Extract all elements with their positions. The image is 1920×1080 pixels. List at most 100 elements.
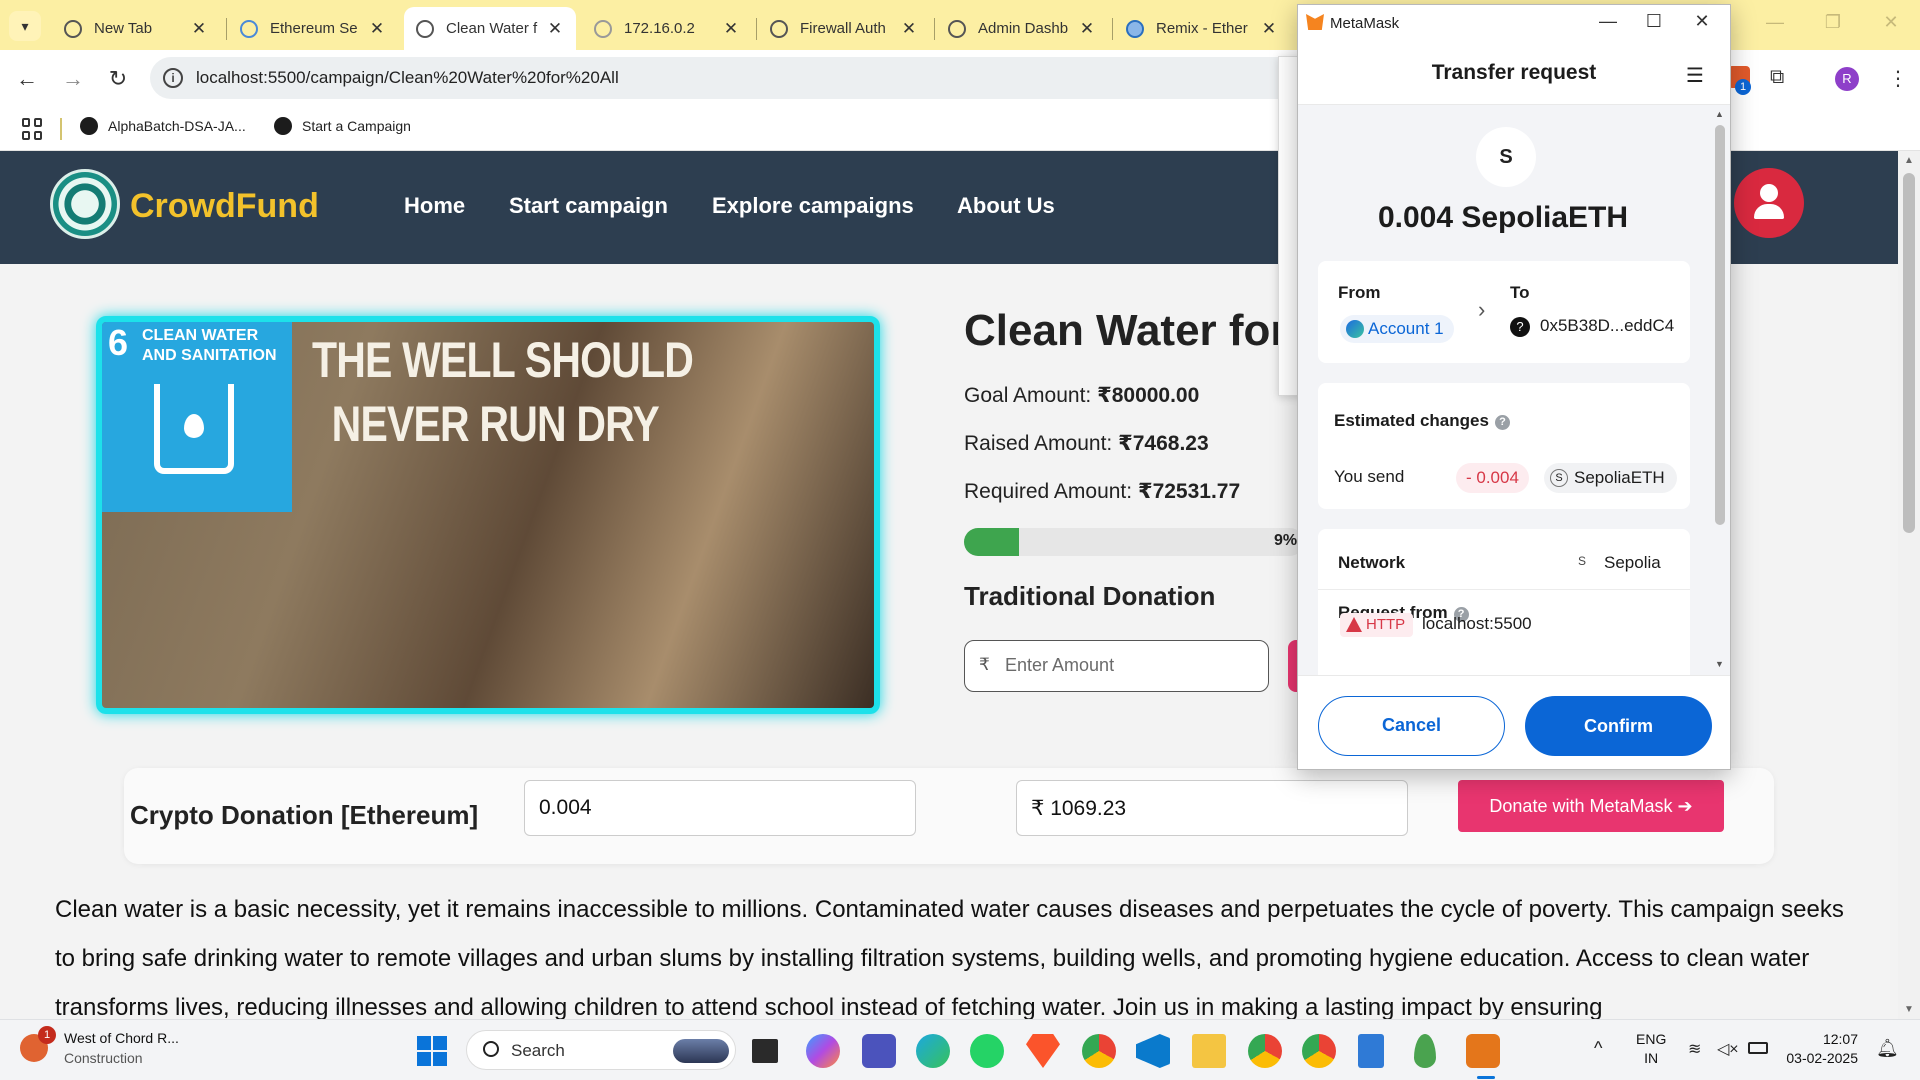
minimize-icon[interactable]: — <box>1588 11 1628 32</box>
image-caption-line1: THE WELL SHOULD <box>312 332 694 388</box>
page-scrollbar[interactable]: ▲ ▼ <box>1898 151 1920 1019</box>
scroll-up-icon[interactable]: ▲ <box>1715 109 1724 119</box>
eth-amount-input[interactable]: 0.004 <box>524 780 916 836</box>
confirm-button[interactable]: Confirm <box>1525 696 1712 756</box>
tab-firewall[interactable]: Firewall Auth ✕ <box>758 7 930 50</box>
tab-admin-dashboard[interactable]: Admin Dashb ✕ <box>936 7 1108 50</box>
forward-icon[interactable]: → <box>58 66 88 92</box>
close-icon[interactable]: ✕ <box>190 19 208 39</box>
nav-about-us[interactable]: About Us <box>957 193 1055 219</box>
scrollbar-thumb[interactable] <box>1715 125 1725 525</box>
nav-explore-campaigns[interactable]: Explore campaigns <box>712 193 914 219</box>
notepad-icon[interactable] <box>1358 1034 1384 1068</box>
nav-home[interactable]: Home <box>404 193 465 219</box>
windows-start-icon[interactable] <box>417 1036 447 1066</box>
language-indicator[interactable]: ENG IN <box>1636 1030 1666 1068</box>
sdg-label-line2: AND SANITATION <box>142 347 277 364</box>
crowdfund-logo-icon[interactable] <box>50 169 120 239</box>
close-icon[interactable]: ✕ <box>1682 11 1722 32</box>
metamask-scrollbar[interactable]: ▲ ▼ <box>1712 107 1728 671</box>
apps-grid-icon[interactable] <box>22 118 44 140</box>
volume-muted-icon[interactable]: ◁× <box>1717 1039 1739 1059</box>
info-icon[interactable]: ? <box>1494 415 1510 430</box>
close-icon[interactable]: ✕ <box>722 19 740 39</box>
chrome-profile-icon[interactable] <box>1302 1034 1336 1068</box>
close-icon[interactable]: ✕ <box>368 19 386 39</box>
close-icon[interactable]: ✕ <box>546 19 564 39</box>
sdg-number: 6 <box>108 322 129 363</box>
copilot-icon[interactable] <box>806 1034 840 1068</box>
goal-value: ₹80000.00 <box>1097 384 1200 407</box>
site-brand[interactable]: CrowdFund <box>130 187 319 226</box>
tab-title: Clean Water f <box>446 20 538 37</box>
tab-ip-address[interactable]: 172.16.0.2 ✕ <box>582 7 752 50</box>
notifications-bell-icon[interactable]: 🔔︎ <box>1876 1038 1899 1059</box>
settings-sliders-icon[interactable]: ☰ <box>1686 63 1704 88</box>
teams-icon[interactable] <box>862 1034 896 1068</box>
close-icon[interactable]: ✕ <box>1078 19 1096 39</box>
bookmark-alphabatch[interactable]: AlphaBatch-DSA-JA... <box>80 117 246 135</box>
chevron-up-icon[interactable]: ^ <box>1594 1038 1602 1059</box>
metamask-taskbar-icon[interactable] <box>1466 1034 1500 1068</box>
tab-ethereum[interactable]: Ethereum Se ✕ <box>228 7 398 50</box>
battery-icon[interactable] <box>1748 1042 1768 1054</box>
close-window-icon[interactable]: ✕ <box>1862 0 1920 46</box>
reload-icon[interactable]: ↻ <box>103 66 133 92</box>
site-info-icon[interactable]: i <box>163 68 183 88</box>
scroll-down-icon[interactable]: ▼ <box>1904 1004 1914 1015</box>
from-account-pill[interactable]: Account 1 <box>1340 315 1454 343</box>
tab-clean-water[interactable]: Clean Water f ✕ <box>404 7 576 50</box>
puzzle-icon[interactable]: ⧉ <box>1770 66 1784 89</box>
user-profile-button[interactable] <box>1734 168 1804 238</box>
wifi-icon[interactable]: ≋ <box>1688 1039 1701 1059</box>
progress-percent: 9% <box>1274 532 1298 549</box>
minimize-icon[interactable]: — <box>1746 0 1804 46</box>
bookmark-start-campaign[interactable]: Start a Campaign <box>274 117 411 135</box>
donation-amount-input[interactable]: ₹ Enter Amount <box>964 640 1269 692</box>
weather-line2: Construction <box>64 1050 143 1066</box>
from-label: From <box>1338 283 1381 302</box>
profile-avatar[interactable]: R <box>1835 67 1859 91</box>
nav-start-campaign[interactable]: Start campaign <box>509 193 668 219</box>
task-view-icon[interactable] <box>752 1039 778 1063</box>
back-icon[interactable]: ← <box>12 66 42 92</box>
scrollbar-thumb[interactable] <box>1903 173 1915 533</box>
cancel-button[interactable]: Cancel <box>1318 696 1505 756</box>
close-icon[interactable]: ✕ <box>900 19 918 39</box>
request-origin: localhost:5500 <box>1422 614 1532 633</box>
maximize-icon[interactable]: ☐ <box>1634 11 1674 32</box>
vscode-icon[interactable] <box>1136 1034 1170 1068</box>
scroll-up-icon[interactable]: ▲ <box>1904 155 1914 166</box>
search-icon <box>483 1041 499 1057</box>
chrome-icon[interactable] <box>1248 1034 1282 1068</box>
close-icon[interactable]: ✕ <box>1260 19 1278 39</box>
mongodb-icon[interactable] <box>1414 1034 1436 1068</box>
inr-amount-field[interactable]: ₹ 1069.23 <box>1016 780 1408 836</box>
send-token-pill[interactable]: S SepoliaETH <box>1544 463 1677 493</box>
tab-separator <box>226 18 227 40</box>
donate-with-metamask-button[interactable]: Donate with MetaMask ➔ <box>1458 780 1724 832</box>
globe-icon <box>594 19 612 38</box>
tab-remix[interactable]: Remix - Ether ✕ <box>1114 7 1290 50</box>
edge-icon[interactable] <box>916 1034 950 1068</box>
to-address[interactable]: ? 0x5B38D...eddC4 <box>1510 316 1674 337</box>
kebab-menu-icon[interactable]: ⋮ <box>1888 66 1908 91</box>
clock[interactable]: 12:07 03-02-2025 <box>1786 1030 1858 1068</box>
restore-icon[interactable]: ❐ <box>1804 0 1862 46</box>
image-caption-line2: NEVER RUN DRY <box>331 396 660 452</box>
you-send-label: You send <box>1334 467 1405 486</box>
file-explorer-icon[interactable] <box>1192 1034 1226 1068</box>
search-highlight-icon <box>673 1039 729 1063</box>
metamask-titlebar: MetaMask — ☐ ✕ <box>1298 5 1730 41</box>
tab-new-tab[interactable]: New Tab ✕ <box>52 7 220 50</box>
scroll-down-icon[interactable]: ▼ <box>1715 659 1724 669</box>
bookmark-label: Start a Campaign <box>302 118 411 134</box>
address-bar[interactable]: i localhost:5500/campaign/Clean%20Water%… <box>150 57 1300 99</box>
tab-search-button[interactable]: ▾ <box>9 11 41 41</box>
crypto-donation-card: Crypto Donation [Ethereum] 0.004 ₹ 1069.… <box>124 768 1774 864</box>
funding-progress-bar <box>964 528 1304 556</box>
chrome-profile-icon[interactable] <box>1082 1034 1116 1068</box>
whatsapp-icon[interactable] <box>970 1034 1004 1068</box>
brave-icon[interactable] <box>1026 1034 1060 1068</box>
taskbar-search[interactable]: Search <box>466 1030 736 1070</box>
